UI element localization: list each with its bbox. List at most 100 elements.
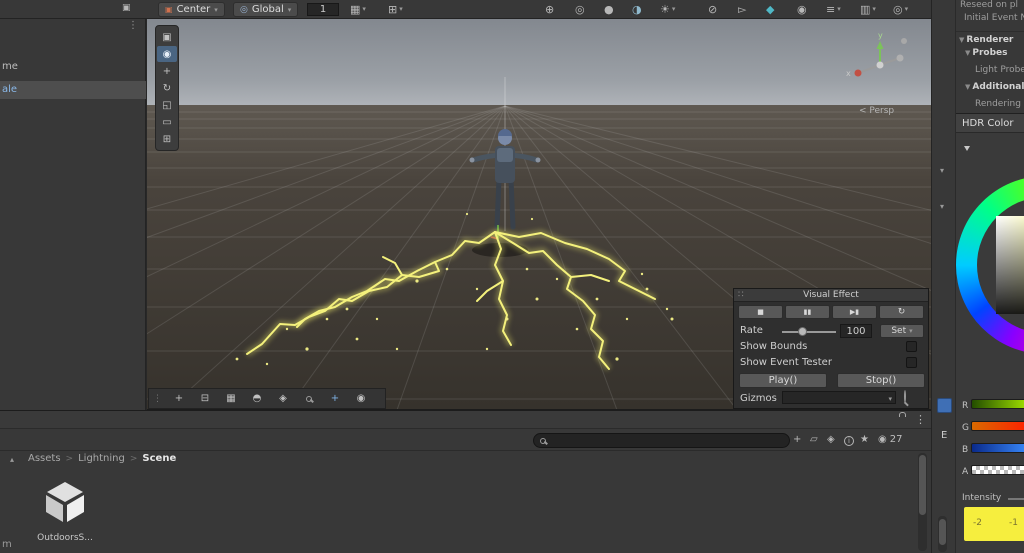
scene-tool-strip: ▣ ◉ + ↻ ◱ ▭ ⊞ — [155, 25, 179, 151]
channel-g-slider[interactable] — [971, 421, 1024, 431]
initial-event-row[interactable]: Initial Event N — [956, 13, 1024, 23]
cut-tool-button[interactable]: ⊘ — [708, 4, 717, 15]
project-search[interactable] — [533, 433, 790, 448]
color-wheel[interactable] — [956, 176, 1024, 356]
vfx-pause-button[interactable]: ▮▮ — [785, 305, 830, 319]
scene-overlay-toggle[interactable]: ⊕ — [545, 4, 554, 15]
hierarchy-item-selected[interactable]: ale — [0, 81, 146, 99]
camera-settings-button[interactable]: ◉ — [348, 390, 374, 407]
view-tool-button[interactable]: ▣ — [157, 29, 177, 45]
info-button[interactable]: i — [844, 435, 854, 446]
light-probe-row[interactable]: Light Probe — [956, 65, 1024, 75]
vfx-graph-toggle[interactable]: ◆ — [766, 4, 774, 15]
chevron-down-icon: ▾ — [362, 5, 366, 13]
panel-menu-icon[interactable]: ⋮ — [915, 413, 926, 426]
hand-tool-button[interactable]: ◉ — [157, 46, 177, 62]
star-filter-button[interactable]: ★ — [860, 435, 869, 445]
rendering-row[interactable]: Rendering — [956, 99, 1024, 109]
drag-handle-icon[interactable]: ⋮ — [149, 394, 166, 404]
label-filter-button[interactable]: ◈ — [827, 435, 835, 445]
pivot-center-dropdown[interactable]: ▣ Center ▾ — [158, 2, 225, 17]
vfx-step-button[interactable]: ▶▮ — [832, 305, 877, 319]
collapsed-tab-label[interactable]: E — [941, 430, 947, 441]
chevron-down-icon[interactable]: ▾ — [940, 166, 944, 175]
chevron-down-icon[interactable]: ▾ — [940, 202, 944, 211]
global-local-dropdown[interactable]: ◎ Global ▾ — [233, 2, 299, 17]
intensity-swatch[interactable]: -2 -1 — [964, 507, 1024, 541]
rate-slider-track[interactable] — [782, 331, 836, 333]
vfx-stop-button[interactable]: ■ — [738, 305, 783, 319]
scale-tool-button[interactable]: ◱ — [157, 97, 177, 113]
breadcrumb-lightning[interactable]: Lightning — [78, 453, 125, 464]
package-button[interactable]: ▱ — [810, 435, 818, 445]
visual-effect-titlebar[interactable]: ∷ Visual Effect — [734, 289, 928, 302]
collapse-arrow-icon[interactable]: ▴ — [10, 455, 14, 464]
channel-r-slider[interactable] — [971, 399, 1024, 409]
window-icon[interactable]: ▣ — [122, 4, 131, 13]
strip-active-tab[interactable] — [937, 398, 952, 413]
rotation-snap-button[interactable]: ◓ — [244, 390, 270, 407]
skybox-toggle[interactable]: ◎ — [575, 4, 585, 15]
move-snap-button[interactable]: + — [166, 390, 192, 407]
layout-dropdown[interactable]: ▥ ▾ — [860, 4, 876, 15]
breadcrumb-scene[interactable]: Scene — [142, 453, 176, 464]
grid-visibility-button[interactable]: ▦ ▾ — [350, 4, 366, 15]
show-bounds-checkbox[interactable] — [906, 341, 917, 352]
persp-label[interactable]: < Persp — [859, 106, 894, 116]
grid-size-field[interactable]: 1 — [307, 3, 339, 16]
favorite-button[interactable]: + — [793, 435, 801, 445]
reseed-row[interactable]: Reseed on pl — [956, 0, 1024, 10]
search-input[interactable] — [550, 435, 783, 446]
layers-dropdown[interactable]: ≡ ▾ — [826, 4, 841, 15]
move-tool-button[interactable]: + — [157, 63, 177, 79]
rate-value-field[interactable]: 100 — [840, 324, 872, 338]
audio-toggle[interactable]: ◑ — [632, 4, 642, 15]
marker-tool-button[interactable]: ▻ — [738, 4, 746, 15]
scale-tool-icon: ◱ — [162, 99, 172, 111]
sv-square[interactable] — [996, 216, 1024, 314]
channel-b-slider[interactable] — [971, 443, 1024, 453]
chevron-down-icon: ▾ — [904, 5, 909, 13]
scene-search-button[interactable] — [296, 390, 322, 407]
rect-tool-button[interactable]: ▭ — [157, 114, 177, 130]
lighting-dropdown[interactable]: ☀ ▾ — [660, 4, 675, 15]
scene-bottom-toolbar: ⋮ + ⊟ ▦ ◓ ◈ + ◉ — [148, 388, 386, 409]
rotate-tool-button[interactable]: ↻ — [157, 80, 177, 96]
overlay-icon: ⊕ — [545, 3, 555, 16]
stop-button[interactable]: Stop() — [837, 373, 925, 388]
channel-a-slider[interactable] — [971, 465, 1024, 475]
additional-header[interactable]: ▼Additional S — [956, 82, 1024, 92]
fx-toggle-button[interactable]: ◈ — [270, 390, 296, 407]
star-icon: ★ — [860, 434, 869, 445]
gizmo-move-button[interactable]: + — [322, 390, 348, 407]
pause-icon: ▮▮ — [803, 308, 812, 316]
show-event-tester-checkbox[interactable] — [906, 357, 917, 368]
snap-settings-button[interactable]: ⊞ ▾ — [388, 4, 403, 15]
breadcrumb-assets[interactable]: Assets — [28, 453, 61, 464]
vfx-restart-button[interactable]: ↻ — [879, 305, 924, 319]
pivot-mode-button[interactable]: ⊟ — [192, 390, 218, 407]
grid-toggle-button[interactable]: ▦ — [218, 390, 244, 407]
fog-toggle[interactable]: ● — [604, 4, 614, 15]
panel-menu-icon[interactable]: ⋮ — [128, 20, 138, 31]
gizmos-zoom-button[interactable] — [904, 390, 906, 403]
asset-label[interactable]: OutdoorsS... — [30, 533, 100, 543]
hierarchy-item[interactable]: me — [0, 58, 146, 75]
rate-slider-handle[interactable] — [798, 327, 807, 336]
intensity-slider-track[interactable] — [1008, 498, 1024, 500]
probes-header[interactable]: ▼ Probes — [956, 48, 1024, 58]
renderer-header[interactable]: ▼ Renderer — [956, 31, 1024, 45]
gizmos-dropdown[interactable]: ▾ — [782, 391, 896, 404]
foldout-icon: ▼ — [959, 36, 965, 44]
project-scrollbar[interactable] — [918, 453, 927, 551]
world-dropdown[interactable]: ◎ ▾ — [893, 4, 908, 15]
transform-tool-button[interactable]: ⊞ — [157, 131, 177, 147]
asset-tile[interactable] — [40, 477, 90, 527]
chevron-down-icon: ▾ — [287, 5, 292, 14]
set-dropdown-button[interactable]: Set ▾ — [880, 324, 924, 338]
visibility-toggle[interactable]: ◉ — [797, 4, 807, 15]
strip-scrollbar[interactable] — [938, 516, 947, 552]
visible-count[interactable]: ◉ 27 — [878, 435, 902, 445]
scene-view[interactable]: y x < Persp ▣ ◉ + ↻ ◱ ▭ ⊞ ⋮ + ⊟ ▦ ◓ ◈ + … — [147, 19, 931, 410]
play-button[interactable]: Play() — [739, 373, 827, 388]
